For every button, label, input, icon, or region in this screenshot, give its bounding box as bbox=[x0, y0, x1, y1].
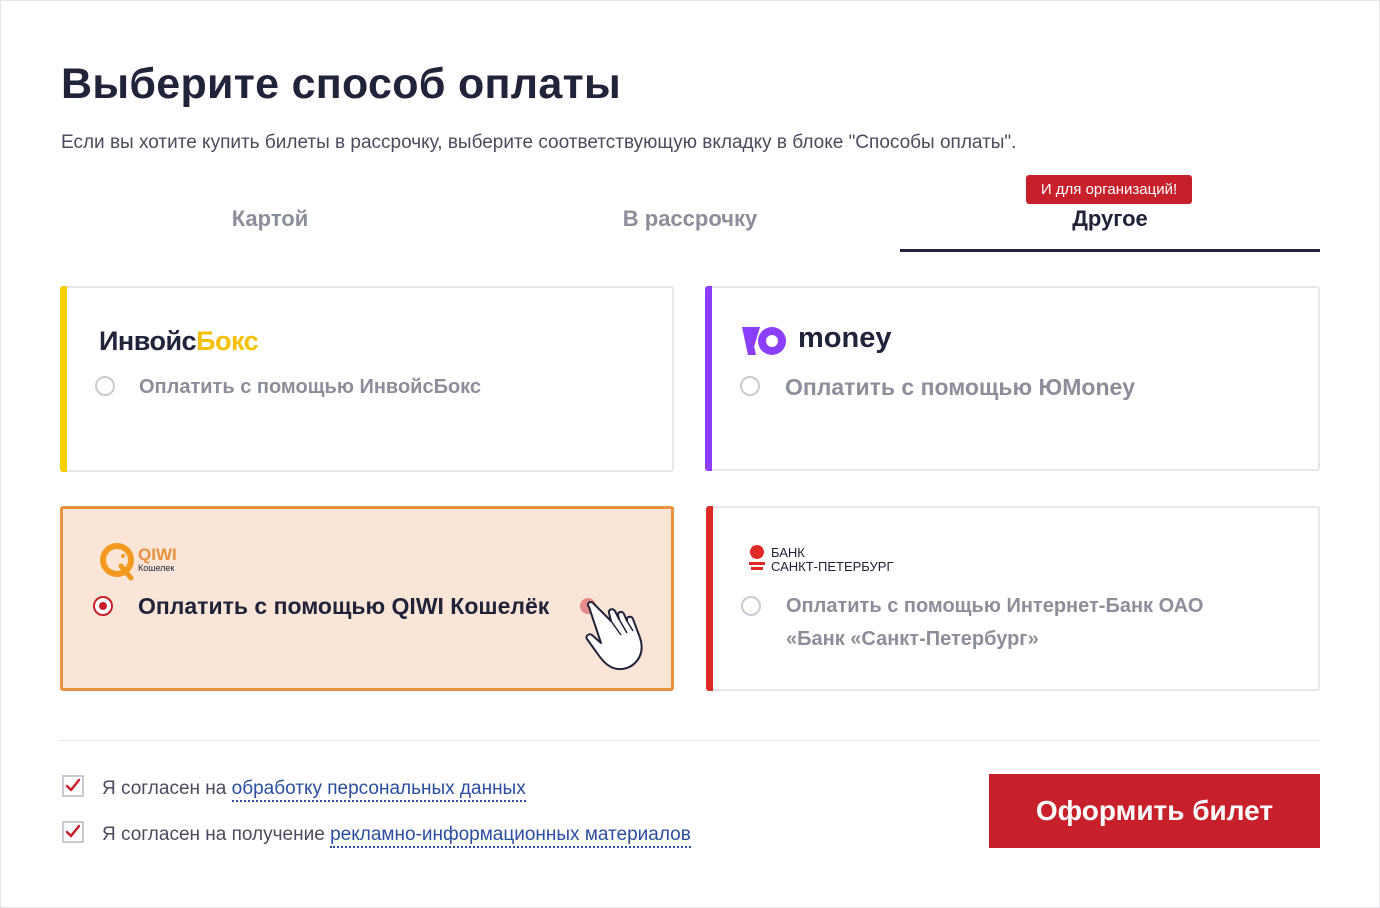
yoomoney-option-label: Оплатить с помощью ЮMoney bbox=[785, 374, 1136, 400]
bspb-option-label-line1: Оплатить с помощью Интернет-Банк ОАО bbox=[786, 595, 1204, 617]
page-subtitle: Если вы хотите купить билеты в рассрочку… bbox=[61, 132, 1017, 153]
bspb-logo-line2: САНКТ-ПЕТЕРБУРГ bbox=[771, 559, 894, 574]
check-icon bbox=[65, 824, 81, 838]
marketing-materials-link[interactable]: рекламно-информационных материалов bbox=[330, 824, 691, 848]
payment-option-invoicebox[interactable]: ИнвойсБокс Оплатить с помощью ИнвойсБокс bbox=[60, 286, 674, 472]
divider bbox=[60, 740, 1320, 741]
tab-card[interactable]: Картой bbox=[130, 206, 410, 232]
qiwi-logo-subtext: Кошелек bbox=[138, 563, 175, 573]
invoicebox-option-label: Оплатить с помощью ИнвойсБокс bbox=[139, 376, 482, 398]
qiwi-option-label: Оплатить с помощью QIWI Кошелёк bbox=[138, 593, 550, 619]
consent-personal-data-prefix: Я согласен на bbox=[102, 778, 232, 799]
check-icon bbox=[65, 778, 81, 792]
radio-yoomoney[interactable] bbox=[740, 376, 760, 396]
active-tab-indicator bbox=[900, 249, 1320, 252]
consent-marketing-prefix: Я согласен на получение bbox=[102, 824, 331, 845]
payment-option-yoomoney[interactable]: money Оплатить с помощью ЮMoney bbox=[705, 286, 1320, 471]
bspb-option-label-line2: «Банк «Санкт-Петербург» bbox=[786, 628, 1039, 650]
payment-option-qiwi[interactable]: QIWI Кошелек Оплатить с помощью QIWI Кош… bbox=[60, 506, 674, 691]
qiwi-logo-text: QIWI bbox=[138, 545, 177, 564]
personal-data-link[interactable]: обработку персональных данных bbox=[231, 778, 526, 802]
payment-option-bspb[interactable]: БАНК САНКТ-ПЕТЕРБУРГ Оплатить с помощью … bbox=[706, 506, 1320, 691]
submit-ticket-button[interactable]: Оформить билет bbox=[989, 774, 1320, 848]
radio-qiwi[interactable] bbox=[93, 596, 113, 616]
yoomoney-logo-text: money bbox=[798, 322, 892, 354]
card-accent bbox=[60, 286, 67, 472]
page-title: Выберите способ оплаты bbox=[61, 60, 621, 108]
consent-personal-data-checkbox[interactable] bbox=[62, 775, 84, 797]
yoomoney-logo-icon bbox=[740, 327, 786, 355]
tab-other[interactable]: Другое bbox=[900, 206, 1320, 232]
bspb-logo-line1: БАНК bbox=[771, 545, 805, 560]
card-accent bbox=[706, 506, 713, 691]
bspb-logo-icon bbox=[749, 545, 765, 570]
invoicebox-logo: ИнвойсБокс bbox=[99, 326, 259, 356]
radio-bspb[interactable] bbox=[741, 596, 761, 616]
radio-invoicebox[interactable] bbox=[95, 376, 115, 396]
tab-installment[interactable]: В рассрочку bbox=[550, 206, 830, 232]
hand-pointer-icon bbox=[585, 600, 643, 671]
qiwi-logo-icon bbox=[100, 543, 134, 581]
organizations-badge: И для организаций! bbox=[1026, 175, 1192, 204]
consent-marketing-checkbox[interactable] bbox=[62, 821, 84, 843]
card-accent bbox=[705, 286, 712, 471]
